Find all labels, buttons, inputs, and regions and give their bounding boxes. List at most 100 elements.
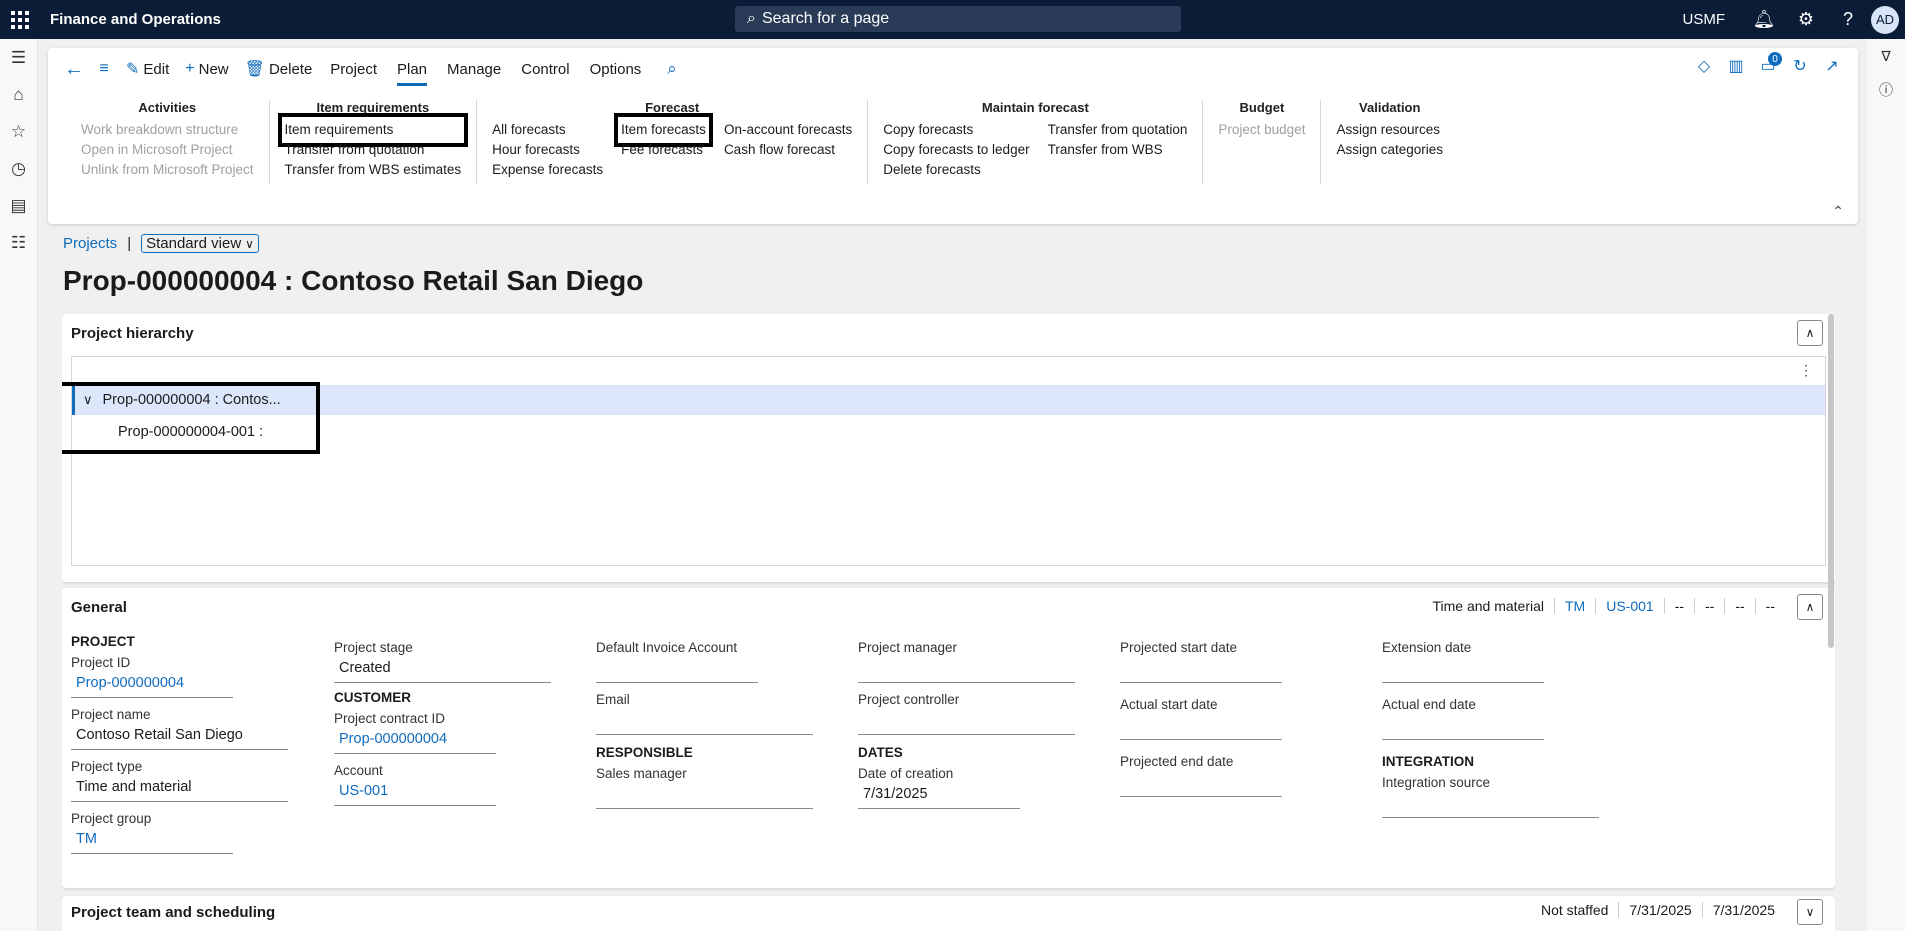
vertical-scrollbar[interactable]	[1827, 314, 1835, 931]
workspaces-icon[interactable]: ▤	[0, 187, 37, 224]
hamburger-menu-icon[interactable]: ☰	[0, 39, 37, 76]
refresh-icon[interactable]: ↻	[1784, 56, 1816, 76]
project-type-label: Project type	[71, 759, 143, 774]
chevron-up-icon: ∧	[1805, 326, 1815, 340]
section-title-dates: DATES	[858, 745, 903, 760]
account-label: Account	[334, 763, 383, 778]
menu-transfer-from-wbs[interactable]: Transfer from WBS	[1048, 140, 1188, 160]
office-icon[interactable]: ▥	[1720, 56, 1752, 76]
favorites-star-icon[interactable]: ☆	[0, 113, 37, 150]
app-launcher-icon[interactable]	[0, 0, 40, 39]
project-contract-id-field[interactable]: Prop-000000004	[334, 729, 496, 754]
date-of-creation-field[interactable]: 7/31/2025	[858, 784, 1020, 809]
integration-source-field[interactable]	[1382, 793, 1599, 818]
project-type-field[interactable]: Time and material	[71, 777, 288, 802]
project-name-field[interactable]: Contoso Retail San Diego	[71, 725, 288, 750]
menu-expense-forecasts[interactable]: Expense forecasts	[492, 160, 603, 180]
breadcrumb-projects-link[interactable]: Projects	[63, 235, 117, 252]
account-field[interactable]: US-001	[334, 781, 496, 806]
tab-plan[interactable]: Plan	[396, 55, 428, 86]
company-selector[interactable]: USMF	[1683, 11, 1726, 28]
left-navigation-rail: ☰ ⌂ ☆ ◷ ▤ ☷	[0, 39, 38, 931]
default-invoice-account-field[interactable]	[596, 658, 758, 683]
project-manager-field[interactable]	[858, 658, 1075, 683]
email-field[interactable]	[596, 710, 813, 735]
help-icon[interactable]: ?	[1827, 9, 1869, 30]
open-new-window-icon[interactable]: ↗	[1816, 56, 1848, 76]
project-id-field[interactable]: Prop-000000004	[71, 673, 233, 698]
collapse-hierarchy-button[interactable]: ∧	[1797, 320, 1823, 346]
menu-item-forecasts[interactable]: Item forecasts	[614, 113, 713, 147]
expand-team-button[interactable]: ∨	[1797, 899, 1823, 925]
project-stage-field[interactable]: Created	[334, 658, 551, 683]
menu-cash-flow-forecast[interactable]: Cash flow forecast	[724, 140, 852, 160]
group-title-budget: Budget	[1239, 100, 1285, 115]
recent-clock-icon[interactable]: ◷	[0, 150, 37, 187]
menu-hour-forecasts[interactable]: Hour forecasts	[492, 140, 603, 160]
content-area: Project hierarchy ∧ ⋮ ∨ Prop-000000004 :…	[62, 314, 1835, 931]
find-search-icon[interactable]: ⌕	[667, 59, 677, 79]
menu-copy-forecasts[interactable]: Copy forecasts	[883, 120, 1029, 140]
menu-copy-forecasts-to-ledger[interactable]: Copy forecasts to ledger	[883, 140, 1029, 160]
hierarchy-tree: ⋮ ∨ Prop-000000004 : Contos... Prop-0000…	[71, 356, 1826, 566]
menu-transfer-from-quotation[interactable]: Transfer from quotation	[285, 140, 462, 160]
tab-options[interactable]: Options	[590, 55, 642, 84]
view-selector[interactable]: Standard view ∨	[141, 234, 259, 253]
settings-gear-icon[interactable]: ⚙	[1785, 9, 1827, 30]
top-navigation-bar: Finance and Operations ⌕ Search for a pa…	[0, 0, 1905, 39]
actual-start-date-field[interactable]	[1120, 715, 1282, 740]
group-activities: Activities Work breakdown structure Open…	[66, 100, 270, 184]
menu-all-forecasts[interactable]: All forecasts	[492, 120, 603, 140]
delete-button[interactable]: 🗑︎ Delete	[245, 59, 313, 79]
summary-project-group[interactable]: TM	[1554, 598, 1595, 614]
menu-on-account-forecasts[interactable]: On-account forecasts	[724, 120, 852, 140]
sales-manager-label: Sales manager	[596, 766, 687, 781]
menu-transfer-from-wbs-estimates[interactable]: Transfer from WBS estimates	[285, 160, 462, 180]
projected-end-date-field[interactable]	[1120, 772, 1282, 797]
modules-list-icon[interactable]: ☷	[0, 224, 37, 261]
section-title-integration: INTEGRATION	[1382, 754, 1474, 769]
email-label: Email	[596, 692, 630, 707]
projected-start-date-field[interactable]	[1120, 658, 1282, 683]
menu-transfer-forecast-from-quotation[interactable]: Transfer from quotation	[1048, 120, 1188, 140]
project-team-title: Project team and scheduling	[71, 903, 276, 921]
menu-assign-resources[interactable]: Assign resources	[1336, 120, 1443, 140]
more-options-icon[interactable]: ⋮	[1799, 362, 1813, 379]
search-input[interactable]: ⌕ Search for a page	[735, 6, 1181, 32]
info-icon[interactable]: ⓘ	[1867, 73, 1905, 107]
tab-project[interactable]: Project	[330, 55, 377, 84]
tree-node-root[interactable]: ∨ Prop-000000004 : Contos...	[72, 385, 1825, 415]
scrollbar-thumb[interactable]	[1828, 314, 1834, 648]
collapse-general-button[interactable]: ∧	[1797, 594, 1823, 620]
user-avatar[interactable]: AD	[1871, 5, 1899, 34]
summary-account[interactable]: US-001	[1595, 598, 1663, 614]
summary-end-date: 7/31/2025	[1701, 902, 1785, 918]
project-controller-field[interactable]	[858, 710, 1075, 735]
section-title-responsible: RESPONSIBLE	[596, 745, 693, 760]
new-button[interactable]: + New	[185, 60, 228, 78]
edit-button[interactable]: ✎ Edit	[126, 59, 169, 79]
project-group-field[interactable]: TM	[71, 829, 233, 854]
menu-fee-forecasts[interactable]: Fee forecasts	[621, 140, 706, 160]
home-icon[interactable]: ⌂	[0, 76, 37, 113]
section-title-project: PROJECT	[71, 634, 135, 649]
notification-bell-icon[interactable]: 🔔︎	[1743, 9, 1785, 30]
menu-item-requirements[interactable]: Item requirements	[277, 113, 469, 147]
back-arrow-icon[interactable]: ←	[58, 58, 90, 81]
attachments-count-badge: 0	[1768, 52, 1782, 66]
actual-end-date-field[interactable]	[1382, 715, 1544, 740]
tab-control[interactable]: Control	[521, 55, 569, 84]
menu-assign-categories[interactable]: Assign categories	[1336, 140, 1443, 160]
app-title: Finance and Operations	[50, 11, 221, 28]
collapse-action-pane-icon[interactable]: ⌃	[1832, 203, 1844, 220]
page-menu-icon[interactable]: ≡	[90, 60, 118, 78]
attachments-icon[interactable]: ▭ 0	[1752, 52, 1784, 76]
filter-icon[interactable]: ∇	[1867, 39, 1905, 73]
menu-delete-forecasts[interactable]: Delete forecasts	[883, 160, 1029, 180]
tab-manage[interactable]: Manage	[447, 55, 501, 84]
project-hierarchy-header[interactable]: Project hierarchy	[62, 314, 1835, 352]
power-apps-icon[interactable]: ◇	[1688, 56, 1720, 76]
sales-manager-field[interactable]	[596, 784, 813, 809]
group-validation: Validation Assign resources Assign categ…	[1321, 100, 1458, 184]
extension-date-field[interactable]	[1382, 658, 1544, 683]
